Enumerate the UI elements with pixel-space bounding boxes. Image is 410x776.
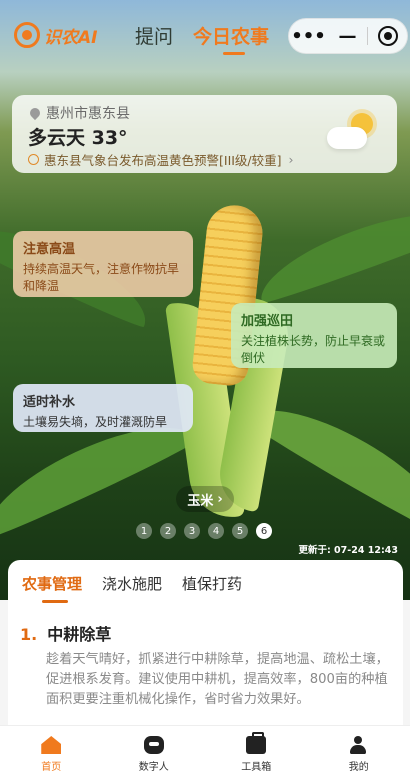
tip-field-patrol[interactable]: 加强巡田 关注植株长势，防止早衰或倒伏	[231, 303, 397, 368]
home-icon	[41, 736, 61, 754]
robot-icon	[144, 736, 164, 754]
nav-home[interactable]: 首页	[0, 726, 103, 776]
minimize-button[interactable]: —	[328, 26, 367, 47]
location-text: 惠州市惠东县	[46, 103, 130, 123]
nav-label: 我的	[349, 758, 369, 773]
tab-watering-fertilizing[interactable]: 浇水施肥	[102, 573, 162, 594]
crop-selector[interactable]: 玉米 ›	[176, 486, 234, 512]
leaf-decoration	[250, 194, 410, 307]
logo-icon	[14, 22, 40, 48]
logo-text: 识农AI	[44, 23, 97, 48]
task-item-title-text: 中耕除草	[47, 625, 111, 644]
tip-text: 持续高温天气，注意作物抗旱和降温	[23, 261, 183, 295]
nav-label: 数字人	[139, 758, 169, 773]
target-close-icon	[378, 26, 398, 46]
weather-condition-temperature: 多云天 33°	[28, 123, 128, 150]
crop-label: 玉米	[187, 490, 213, 509]
tip-title: 加强巡田	[241, 310, 387, 329]
user-icon	[349, 736, 369, 754]
tab-farm-management[interactable]: 农事管理	[22, 573, 82, 594]
cloud-icon	[327, 127, 367, 149]
task-item-number: 1.	[20, 625, 37, 644]
nav-digital-human[interactable]: 数字人	[103, 726, 206, 776]
nav-label: 首页	[41, 758, 61, 773]
mini-program-capsule: ••• —	[288, 18, 408, 54]
location-row: 惠州市惠东县	[30, 103, 130, 123]
weather-warning[interactable]: 惠东县气象台发布高温黄色预警[III级/较重] ›	[28, 150, 294, 169]
tip-title: 适时补水	[23, 391, 183, 410]
tab-plant-protection[interactable]: 植保打药	[182, 573, 242, 594]
nav-toolbox[interactable]: 工具箱	[205, 726, 308, 776]
pager-dot[interactable]: 5	[232, 523, 248, 539]
tip-watering[interactable]: 适时补水 土壤易失墒，及时灌溉防旱	[13, 384, 193, 432]
active-tab-indicator	[223, 52, 245, 55]
clock-icon	[28, 154, 39, 165]
weather-warning-text: 惠东县气象台发布高温黄色预警[III级/较重]	[44, 150, 282, 169]
tab-ask[interactable]: 提问	[135, 22, 173, 49]
management-panel: 农事管理 浇水施肥 植保打药 1. 中耕除草 趁着天气晴好，抓紧进行中耕除草，提高…	[8, 560, 403, 730]
location-pin-icon	[28, 106, 42, 120]
management-tabs: 农事管理 浇水施肥 植保打药	[22, 573, 242, 594]
weather-card[interactable]: 惠州市惠东县 多云天 33° 惠东县气象台发布高温黄色预警[III级/较重] ›	[12, 95, 397, 173]
app-logo: 识农AI	[14, 22, 97, 48]
pager-dot[interactable]: 3	[184, 523, 200, 539]
pager-dot[interactable]: 2	[160, 523, 176, 539]
close-button[interactable]	[368, 26, 407, 46]
pager-dot[interactable]: 1	[136, 523, 152, 539]
tip-high-temperature[interactable]: 注意高温 持续高温天气，注意作物抗旱和降温	[13, 231, 193, 297]
pager-dot-active[interactable]: 6	[256, 523, 272, 539]
updated-timestamp: 更新于: 07-24 12:43	[298, 542, 398, 556]
chevron-right-icon: ›	[217, 492, 222, 507]
pager-dot[interactable]: 4	[208, 523, 224, 539]
carousel-pager: 1 2 3 4 5 6	[136, 523, 272, 539]
bottom-navigation: 首页 数字人 工具箱 我的	[0, 725, 410, 776]
nav-label: 工具箱	[241, 758, 271, 773]
tip-text: 土壤易失墒，及时灌溉防旱	[23, 414, 183, 431]
top-bar: 识农AI 提问 今日农事 ••• —	[0, 0, 410, 66]
tab-today-farming[interactable]: 今日农事	[193, 22, 269, 49]
tip-text: 关注植株长势，防止早衰或倒伏	[241, 333, 387, 367]
sun-cloud-icon	[327, 113, 375, 153]
task-item-description: 趁着天气晴好，抓紧进行中耕除草，提高地温、疏松土壤，促进根系发育。建议使用中耕机…	[46, 650, 390, 710]
task-item-title: 1. 中耕除草	[20, 621, 111, 645]
tip-title: 注意高温	[23, 238, 183, 257]
chevron-right-icon: ›	[289, 152, 294, 167]
toolbox-icon	[246, 736, 266, 754]
nav-profile[interactable]: 我的	[308, 726, 410, 776]
more-menu-button[interactable]: •••	[289, 26, 328, 47]
